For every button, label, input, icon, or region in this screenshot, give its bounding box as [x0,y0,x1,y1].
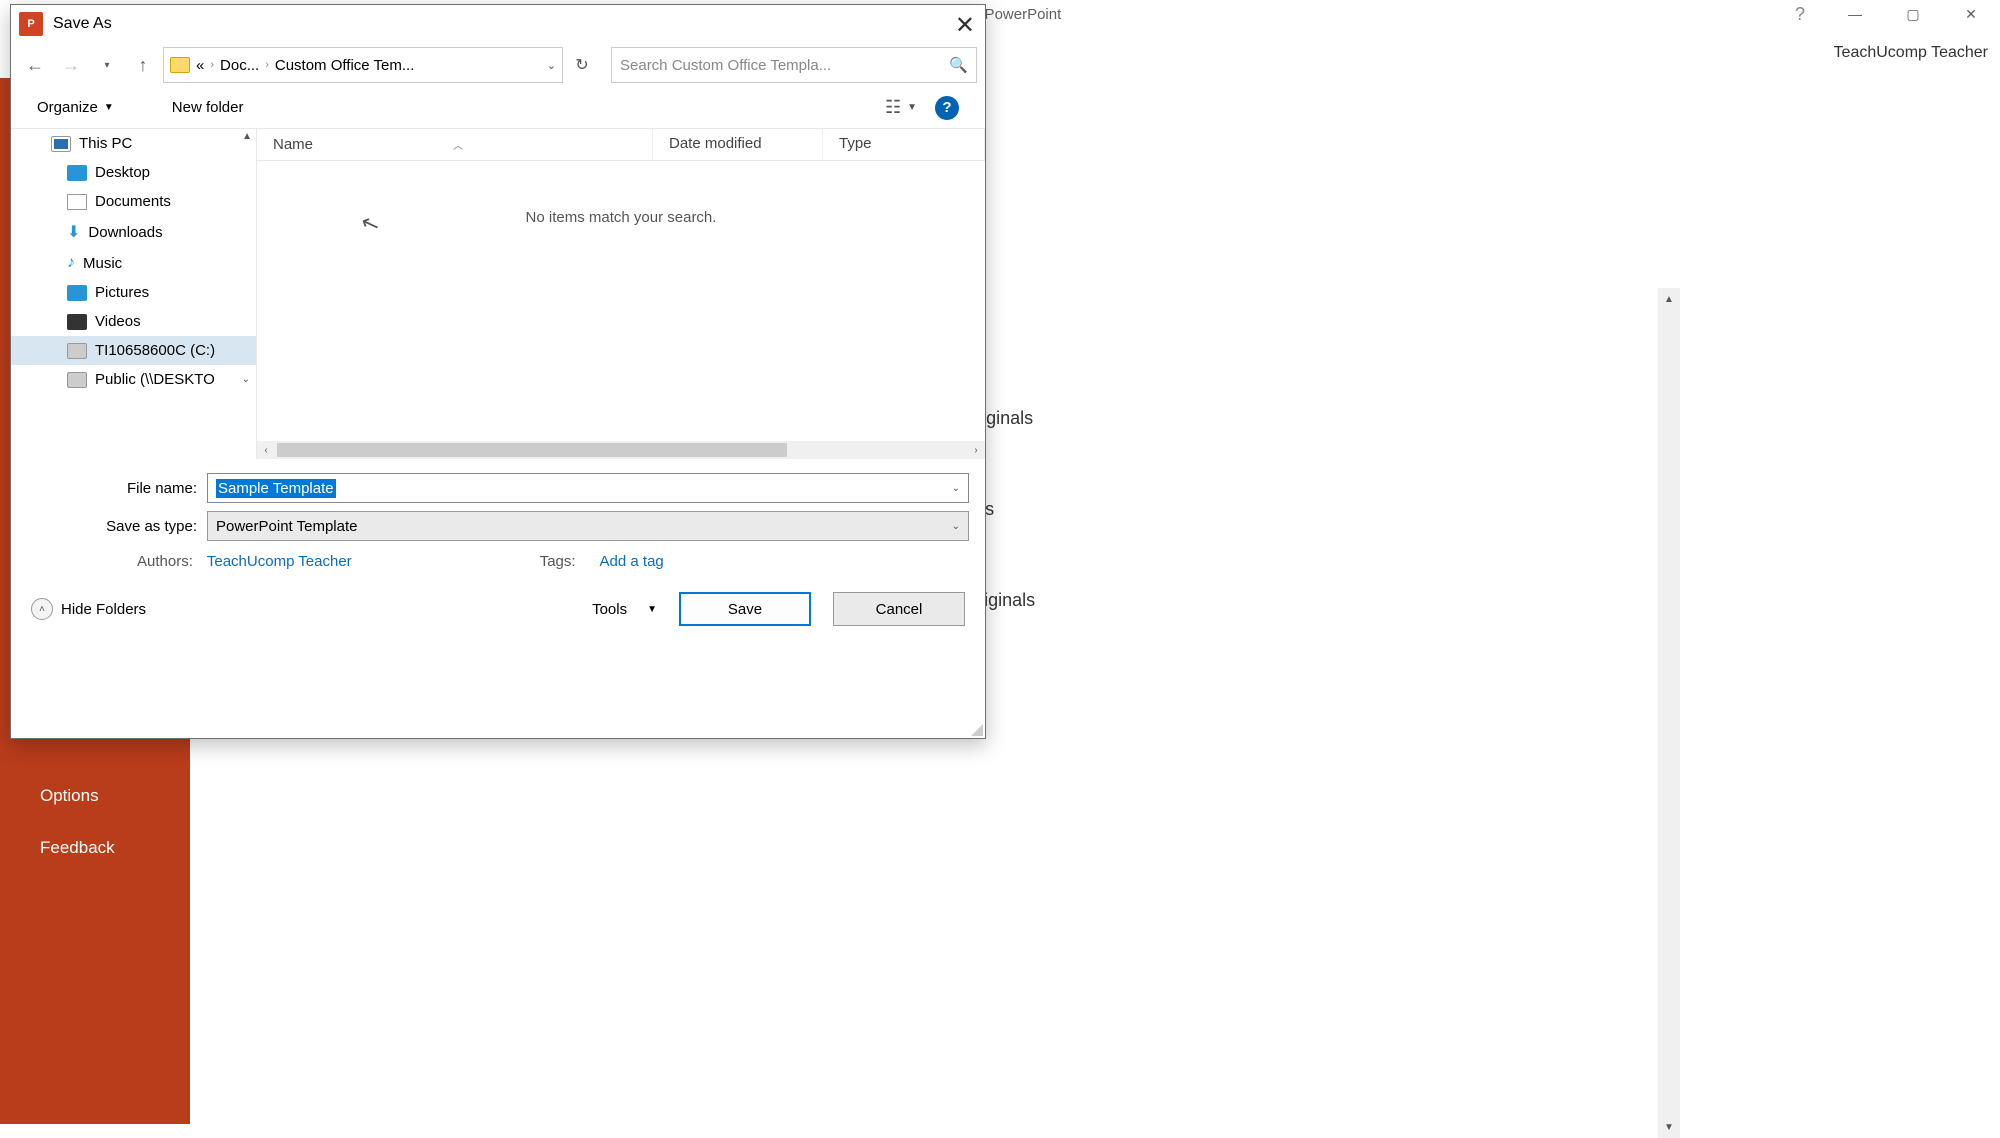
chevron-down-icon: ▼ [647,604,657,615]
breadcrumb-segment[interactable]: Doc... [220,57,259,74]
close-icon[interactable]: ✕ [955,11,975,40]
sidebar-item-feedback[interactable]: Feedback [0,822,190,874]
folder-tree[interactable]: ▲ This PC Desktop Documents ⬇Downloads ♪… [11,129,257,459]
organize-button[interactable]: Organize▼ [37,99,114,116]
maximize-icon[interactable]: ▢ [1884,0,1942,28]
horizontal-scrollbar[interactable]: ‹ › [257,441,985,459]
file-list: Name︿ Date modified Type ↖ No items matc… [257,129,985,459]
chevron-right-icon[interactable]: › [265,59,269,71]
dialog-toolbar: Organize▼ New folder ☷▼ ? [11,87,985,129]
folder-icon [170,57,190,73]
col-name[interactable]: Name︿ [257,129,653,160]
scroll-thumb[interactable] [277,443,787,457]
videos-icon [67,314,87,330]
list-header: Name︿ Date modified Type [257,129,985,161]
view-icon: ☷ [885,97,901,118]
list-body: ↖ No items match your search. [257,161,985,441]
scrollbar[interactable]: ▲ ▼ [1658,288,1680,1138]
tree-documents[interactable]: Documents [11,187,256,216]
cancel-button[interactable]: Cancel [833,592,965,626]
user-name[interactable]: TeachUcomp Teacher [1834,44,1988,62]
chevron-right-icon[interactable]: › [210,59,214,71]
back-icon[interactable]: ← [19,49,51,81]
dropdown-icon[interactable]: ⌄ [952,521,960,532]
forward-icon: → [55,49,87,81]
dialog-title: Save As [53,15,112,33]
savetype-label: Save as type: [27,518,207,535]
scroll-down-icon[interactable]: ▼ [1658,1116,1680,1138]
close-icon[interactable]: ✕ [1942,0,2000,28]
resize-handle[interactable] [969,722,983,736]
search-input[interactable]: Search Custom Office Templa... 🔍 [611,47,977,83]
breadcrumb-ellipsis[interactable]: « [196,57,204,74]
music-icon: ♪ [67,254,75,272]
col-date[interactable]: Date modified [653,129,823,160]
tree-network-drive[interactable]: Public (\\DESKTO⌄ [11,365,256,394]
minimize-icon[interactable]: — [1826,0,1884,28]
save-button[interactable]: Save [679,592,811,626]
search-icon[interactable]: 🔍 [949,56,968,74]
scroll-up-icon[interactable]: ▲ [1658,288,1680,310]
breadcrumb[interactable]: « › Doc... › Custom Office Tem... ⌄ [163,47,563,83]
scroll-up-icon[interactable]: ▲ [242,131,252,142]
dialog-nav: ← → ▾ ↑ « › Doc... › Custom Office Tem..… [11,43,985,87]
dropdown-icon[interactable]: ⌄ [952,483,960,494]
desktop-icon [67,165,87,181]
view-button[interactable]: ☷▼ [885,97,917,118]
help-icon[interactable]: ? [1780,0,1820,28]
document-icon [67,194,87,210]
scroll-right-icon[interactable]: › [967,445,985,456]
scroll-left-icon[interactable]: ‹ [257,445,275,456]
chevron-down-icon: ▼ [907,102,917,113]
sidebar-item-options[interactable]: Options [0,770,190,822]
col-type[interactable]: Type [823,129,985,160]
authors-value[interactable]: TeachUcomp Teacher [207,553,352,570]
pictures-icon [67,285,87,301]
tools-button[interactable]: Tools▼ [592,601,657,618]
powerpoint-icon: P [19,12,43,36]
tree-music[interactable]: ♪Music [11,248,256,278]
tags-input[interactable]: Add a tag [600,553,664,570]
breadcrumb-dropdown-icon[interactable]: ⌄ [547,59,556,72]
save-as-dialog: P Save As ✕ ← → ▾ ↑ « › Doc... › Custom … [10,4,986,739]
refresh-icon[interactable]: ↻ [567,47,597,83]
tags-label: Tags: [540,553,576,570]
drive-icon [67,343,87,359]
authors-label: Authors: [137,553,193,570]
tree-this-pc[interactable]: This PC [11,129,256,158]
recent-dropdown-icon[interactable]: ▾ [91,49,123,81]
cursor-icon: ↖ [357,209,383,240]
savetype-select[interactable]: PowerPoint Template⌄ [207,511,969,541]
new-folder-button[interactable]: New folder [172,99,244,116]
tree-desktop[interactable]: Desktop [11,158,256,187]
filename-input[interactable]: Sample Template⌄ [207,473,969,503]
breadcrumb-segment[interactable]: Custom Office Tem... [275,57,415,74]
dialog-fields: File name: Sample Template⌄ Save as type… [11,459,985,578]
dialog-footer: ˄Hide Folders Tools▼ Save Cancel [11,578,985,640]
filename-label: File name: [27,480,207,497]
tree-pictures[interactable]: Pictures [11,278,256,307]
hide-folders-button[interactable]: ˄Hide Folders [31,598,146,620]
download-icon: ⬇ [67,222,80,242]
tree-drive-c[interactable]: TI10658600C (C:) [11,336,256,365]
tree-videos[interactable]: Videos [11,307,256,336]
search-placeholder: Search Custom Office Templa... [620,57,831,74]
tree-downloads[interactable]: ⬇Downloads [11,216,256,248]
up-icon[interactable]: ↑ [127,49,159,81]
sort-icon: ︿ [453,137,463,152]
pc-icon [51,136,71,152]
chevron-down-icon[interactable]: ⌄ [242,374,250,385]
help-icon[interactable]: ? [935,96,959,120]
drive-icon [67,372,87,388]
dialog-titlebar: P Save As ✕ [11,5,985,43]
chevron-down-icon: ▼ [104,102,114,113]
empty-message: No items match your search. [526,209,717,226]
collapse-icon: ˄ [31,598,53,620]
